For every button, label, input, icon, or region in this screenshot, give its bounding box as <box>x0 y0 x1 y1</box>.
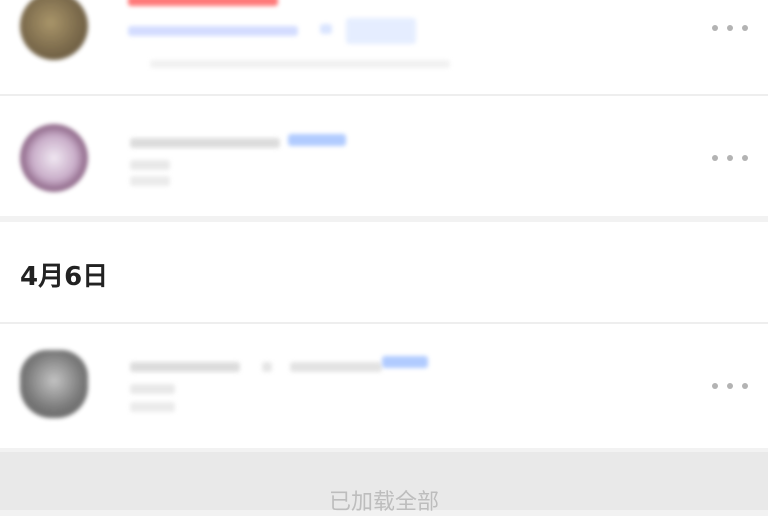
more-dot-icon <box>742 383 748 389</box>
blurred-link <box>288 134 346 146</box>
more-dot-icon <box>712 25 718 31</box>
blurred-separator <box>320 24 332 34</box>
more-actions-button[interactable] <box>712 18 748 38</box>
blurred-separator <box>262 362 272 372</box>
more-actions-button[interactable] <box>712 376 748 396</box>
user-avatar[interactable] <box>20 350 88 418</box>
more-dot-icon <box>727 25 733 31</box>
blurred-message <box>130 384 175 394</box>
blurred-time <box>130 402 175 412</box>
date-label: 4月6日 <box>20 262 109 292</box>
notification-item-2[interactable] <box>0 96 768 216</box>
more-dot-icon <box>712 155 718 161</box>
more-dot-icon <box>727 155 733 161</box>
blurred-content-chip <box>346 18 416 44</box>
blurred-time <box>130 176 170 186</box>
blurred-meta <box>150 60 450 68</box>
more-dot-icon <box>742 155 748 161</box>
blurred-message <box>130 160 170 170</box>
blurred-username <box>128 0 278 6</box>
blurred-username <box>130 362 240 372</box>
more-dot-icon <box>712 383 718 389</box>
user-avatar[interactable] <box>20 124 88 192</box>
blurred-link <box>382 356 428 368</box>
more-dot-icon <box>742 25 748 31</box>
date-section <box>0 222 768 322</box>
blurred-target-name <box>290 362 382 372</box>
load-complete-text: 已加载全部 <box>328 490 439 515</box>
more-actions-button[interactable] <box>712 148 748 168</box>
more-dot-icon <box>727 383 733 389</box>
notification-item-1[interactable] <box>0 0 768 94</box>
blurred-username <box>130 138 280 148</box>
blurred-message <box>128 26 298 36</box>
notification-item-3[interactable] <box>0 324 768 448</box>
